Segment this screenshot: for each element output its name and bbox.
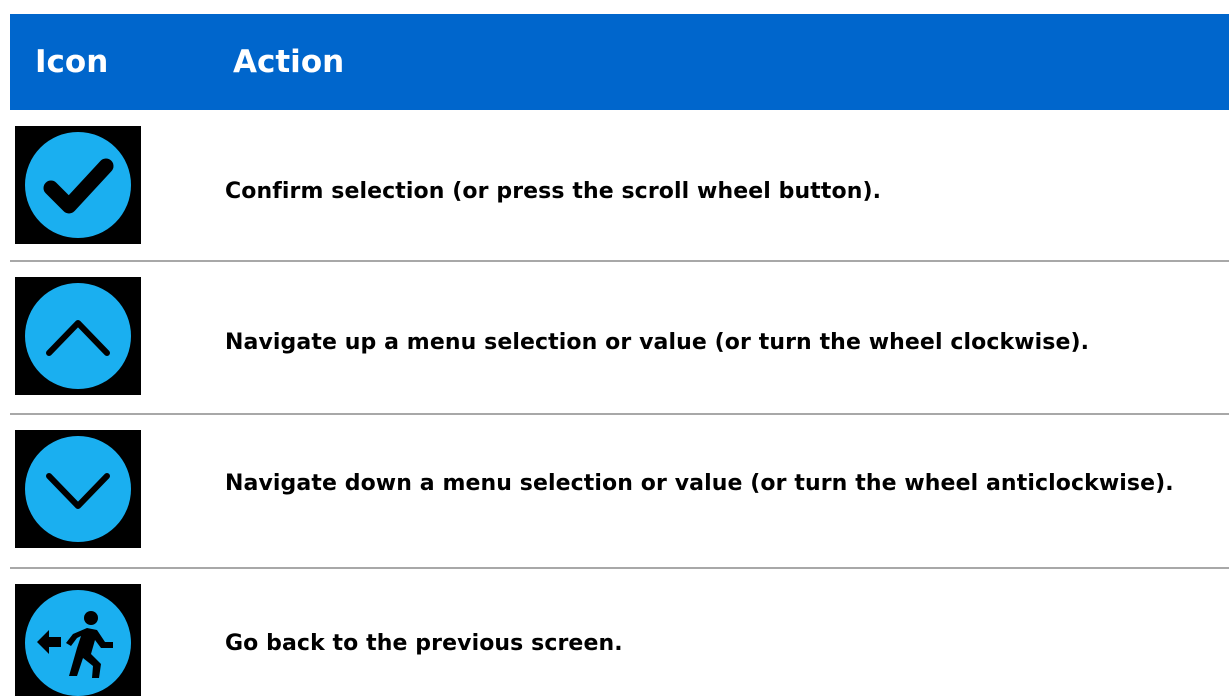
row-action-text: Go back to the previous screen. [225,631,623,656]
icon-action-table: Icon Action Confirm selection (or press … [0,0,1229,696]
header-action-label: Action [233,43,345,80]
row-divider [10,260,1229,262]
checkmark-icon [15,126,141,244]
row-action-text: Navigate up a menu selection or value (o… [225,330,1090,355]
row-divider [10,567,1229,569]
row-action-text: Navigate down a menu selection or value … [225,471,1174,496]
header-icon-label: Icon [35,43,109,80]
chevron-down-icon [15,430,141,548]
chevron-up-icon [15,277,141,395]
row-action-text: Confirm selection (or press the scroll w… [225,179,882,204]
table-header: Icon Action [10,14,1229,110]
row-divider [10,413,1229,415]
exit-back-icon [15,584,141,696]
